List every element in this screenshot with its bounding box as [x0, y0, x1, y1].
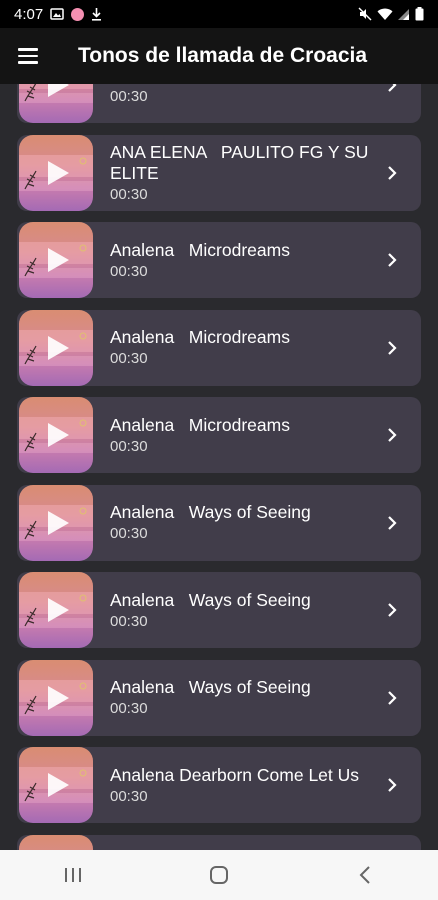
home-button[interactable]: [199, 855, 239, 895]
ringtone-text: Analena Microdreams 00:30: [110, 222, 372, 298]
mute-icon: [358, 7, 372, 21]
play-icon: [24, 244, 87, 277]
play-thumbnail-icon[interactable]: [19, 84, 93, 123]
page-title: Tonos de llamada de Croacia: [78, 44, 368, 67]
ringtone-duration: 00:30: [110, 525, 148, 542]
ringtone-item[interactable]: Analena Microdreams 00:30: [17, 309, 421, 386]
status-right: [358, 7, 424, 21]
chevron-right-icon[interactable]: [385, 602, 399, 618]
ringtone-text: Analena Ways of Seeing 00:30: [110, 660, 372, 736]
ringtone-title: ANA ELENA PAULITO FG Y SU ELITE: [110, 141, 374, 183]
menu-line: [18, 48, 38, 51]
ringtone-title: Analena Microdreams: [110, 327, 290, 347]
ringtone-title: Analena Microdreams: [110, 239, 290, 260]
ringtone-text: Analena Dearborn Come Let: [110, 835, 372, 851]
ringtone-text: ANA ELENA PAULITO FG Y SU ELITE 00:30: [110, 135, 372, 211]
ringtone-duration: 00:30: [110, 87, 148, 105]
play-thumbnail-icon[interactable]: [19, 659, 93, 736]
play-icon: [24, 84, 69, 102]
recents-button[interactable]: [53, 855, 93, 895]
status-bar: 4:07: [0, 0, 438, 28]
status-left: 4:07: [14, 6, 102, 23]
play-thumbnail-icon[interactable]: [19, 572, 93, 648]
ringtone-text: Analena Dearborn Come Let Us 00:30: [110, 747, 372, 823]
play-icon: [19, 835, 93, 851]
play-thumbnail-icon[interactable]: [19, 309, 93, 386]
back-button[interactable]: [345, 855, 385, 895]
back-icon: [359, 866, 370, 884]
menu-icon[interactable]: [18, 44, 42, 68]
chevron-right-icon[interactable]: [385, 84, 399, 93]
ringtone-title: Analena Microdreams: [110, 414, 290, 435]
download-icon: [92, 7, 102, 21]
play-icon: [24, 769, 87, 802]
ringtone-text: Analena Ways of Seeing 00:30: [110, 572, 372, 648]
ringtone-item[interactable]: Analena Microdreams 00:30: [17, 222, 421, 298]
ringtone-duration: 00:30: [110, 262, 148, 280]
play-icon: [24, 419, 87, 452]
play-thumbnail-icon[interactable]: [19, 134, 93, 211]
menu-line: [18, 54, 38, 58]
play-thumbnail-icon[interactable]: [19, 484, 93, 561]
play-thumbnail-icon[interactable]: [19, 747, 93, 823]
play-icon: [24, 682, 87, 714]
wifi-icon: [377, 8, 393, 20]
status-time: 4:07: [14, 5, 44, 23]
ringtone-text: Analena Microdreams 00:30: [110, 397, 372, 473]
app-bar: Tonos de llamada de Croacia: [0, 28, 438, 84]
ringtone-list[interactable]: SU ELITE00:30ANA ELENA PAULITO FG Y SU E…: [0, 84, 438, 850]
play-thumbnail-icon[interactable]: [19, 397, 93, 473]
ringtone-item[interactable]: SU ELITE00:30: [17, 84, 421, 123]
recents-icon: [65, 868, 81, 882]
ringtone-title: Analena Ways of Seeing: [110, 589, 311, 610]
play-thumbnail-icon[interactable]: [19, 834, 93, 851]
ringtone-duration: 00:30: [110, 700, 148, 717]
play-icon: [24, 507, 87, 539]
chevron-right-icon[interactable]: [385, 690, 399, 706]
ringtone-item[interactable]: Analena Ways of Seeing 00:30: [17, 484, 421, 561]
chevron-right-icon[interactable]: [385, 777, 399, 793]
gallery-icon: [50, 8, 64, 20]
chevron-right-icon[interactable]: [385, 165, 399, 181]
ringtone-item[interactable]: Analena Microdreams 00:30: [17, 397, 421, 473]
play-icon: [24, 594, 87, 627]
ringtone-duration: 00:30: [110, 185, 148, 203]
play-icon: [24, 332, 87, 364]
chevron-right-icon[interactable]: [385, 340, 399, 356]
ringtone-title: Analena Ways of Seeing: [110, 502, 311, 522]
play-thumbnail-icon[interactable]: [19, 222, 93, 298]
chevron-right-icon[interactable]: [385, 252, 399, 268]
ringtone-item[interactable]: Analena Dearborn Come Let Us 00:30: [17, 747, 421, 823]
ringtone-text: SU ELITE00:30: [110, 84, 372, 123]
home-icon: [210, 866, 228, 884]
chevron-right-icon[interactable]: [385, 427, 399, 443]
ringtone-title: Analena Dearborn Come Let Us: [110, 764, 360, 785]
menu-line: [18, 61, 38, 64]
ringtone-item[interactable]: ANA ELENA PAULITO FG Y SU ELITE 00:30: [17, 134, 421, 211]
ringtone-text: Analena Ways of Seeing 00:30: [110, 485, 372, 561]
chevron-right-icon[interactable]: [385, 515, 399, 531]
ringtone-title: SU ELITE: [110, 84, 372, 86]
ringtone-duration: 00:30: [110, 437, 148, 455]
app-notification-icon: [71, 7, 85, 21]
ringtone-duration: 00:30: [110, 787, 148, 805]
ringtone-duration: 00:30: [110, 350, 148, 367]
ringtone-text: Analena Microdreams 00:30: [110, 310, 372, 386]
signal-icon: [398, 8, 409, 20]
play-icon: [24, 157, 87, 189]
ringtone-item[interactable]: Analena Dearborn Come Let: [17, 834, 421, 851]
ringtone-title: Analena Ways of Seeing: [110, 677, 311, 697]
battery-icon: [415, 7, 424, 21]
system-nav-bar: [0, 850, 438, 900]
ringtone-duration: 00:30: [110, 612, 148, 630]
ringtone-item[interactable]: Analena Ways of Seeing 00:30: [17, 572, 421, 648]
ringtone-item[interactable]: Analena Ways of Seeing 00:30: [17, 659, 421, 736]
ringtone-list-inner: SU ELITE00:30ANA ELENA PAULITO FG Y SU E…: [0, 84, 438, 850]
